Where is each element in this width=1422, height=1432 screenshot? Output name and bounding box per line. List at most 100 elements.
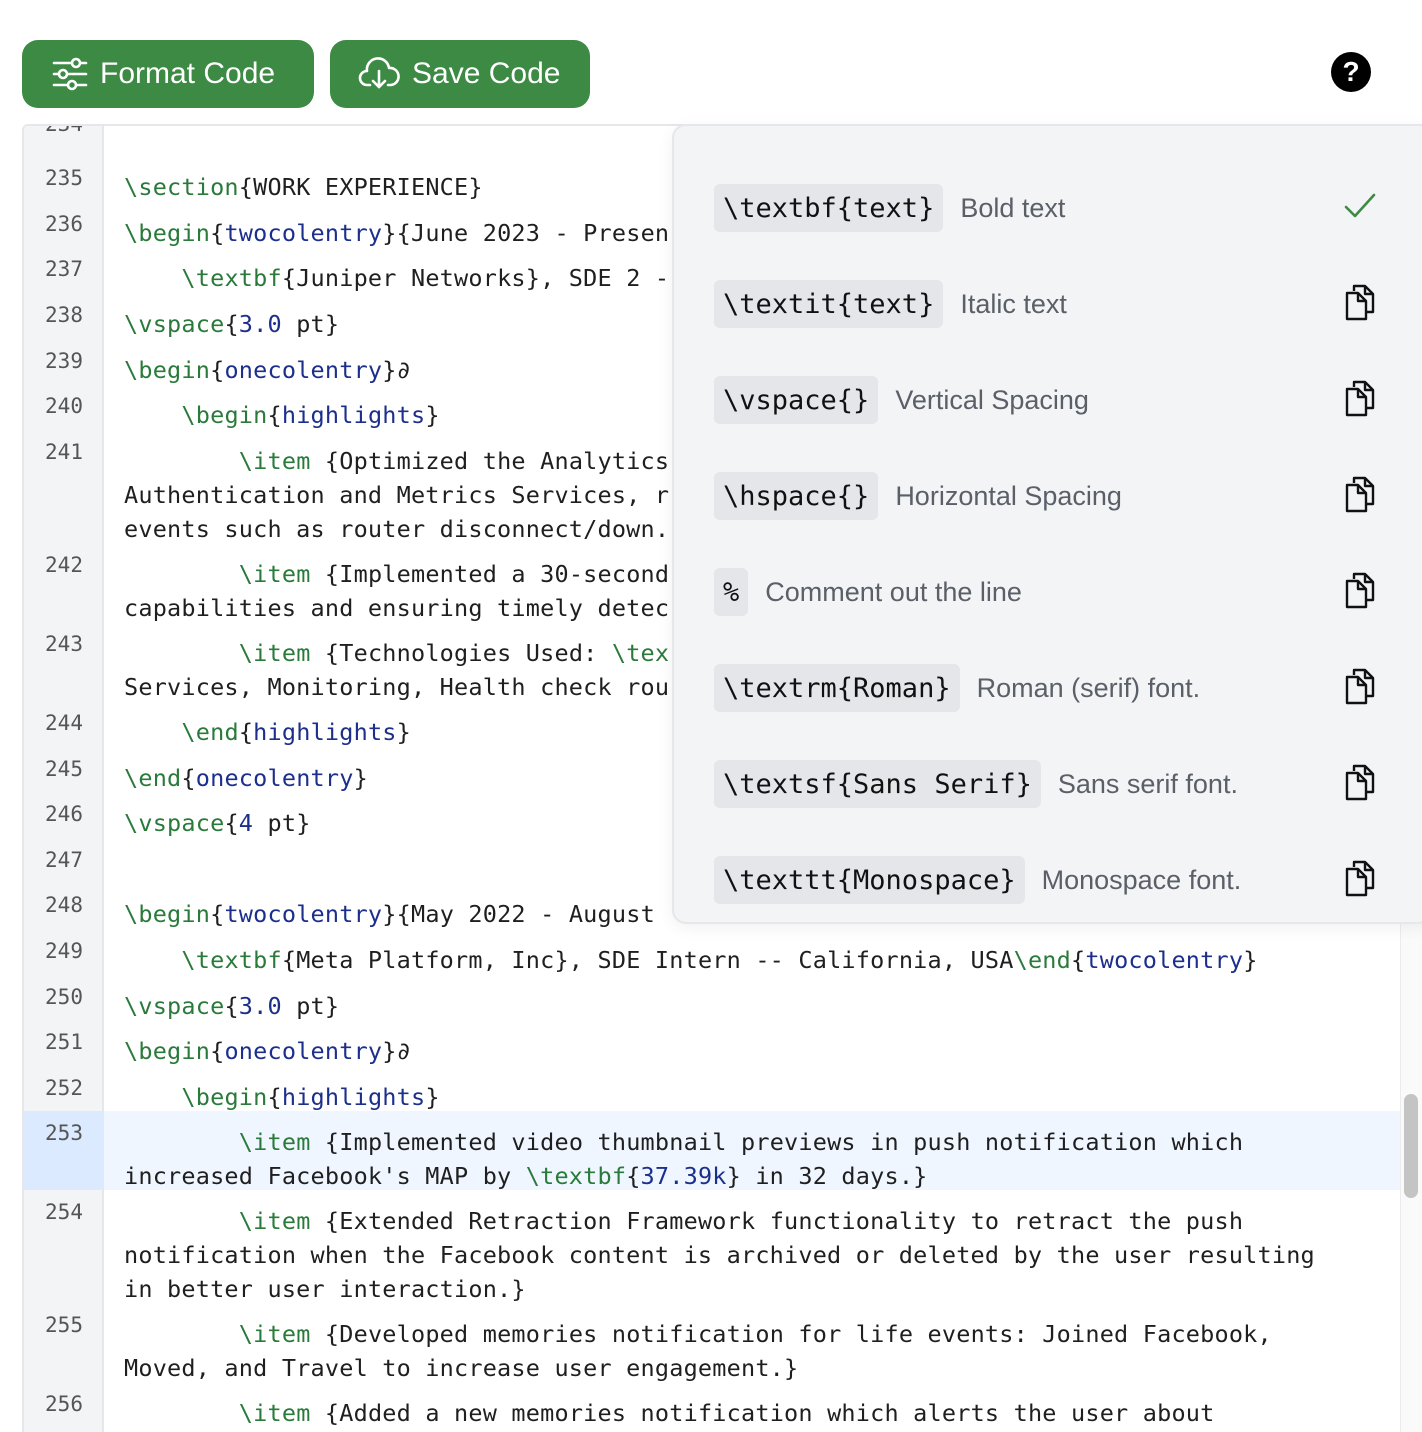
latex-argument: 3.0 [238,310,282,338]
code-line[interactable]: 256 \item {Added a new memories notifica… [24,1382,1400,1432]
copied-check-button[interactable] [1342,188,1378,228]
code-token: {Juniper Networks}, SDE 2 - [281,264,670,292]
line-number: 242 [45,553,83,577]
line-number: 248 [45,893,83,917]
code-token: { [210,900,225,928]
snippet-item[interactable]: % Comment out the line [714,568,1022,616]
latex-command: \vspace [124,992,225,1020]
code-line[interactable]: 249 \textbf{Meta Platform, Inc}, SDE Int… [24,929,1400,975]
latex-argument: highlights [253,718,397,746]
partial-line-number: 234 [45,124,83,136]
copy-icon [1344,859,1376,902]
latex-command: \vspace [124,310,225,338]
code-token: } in 32 days.} [726,1162,928,1190]
line-number: 243 [45,632,83,656]
latex-command: \textbf [181,264,282,292]
latex-argument: highlights [281,401,426,429]
code-line[interactable]: 253 \item {Implemented video thumbnail p… [24,1111,1400,1190]
latex-argument: onecolentry [224,1037,383,1065]
line-number: 241 [45,440,83,464]
snippet-item[interactable]: \textrm{Roman} Roman (serif) font. [714,664,1200,712]
snippet-item[interactable]: \textit{text} Italic text [714,280,1067,328]
code-line[interactable]: 252 \begin{highlights} [24,1066,1400,1111]
copy-snippet-button[interactable] [1342,572,1378,612]
snippet-item[interactable]: \textbf{text} Bold text [714,184,1065,232]
format-code-button[interactable]: Format Code [22,40,314,108]
code-token: { [238,718,254,746]
code-token: {Technologies Used: [310,639,612,667]
code-text: \item {Added a new memories notification… [124,1382,1384,1432]
sliders-icon [52,57,88,91]
latex-command: \textbf [525,1162,627,1190]
snippet-code: \textrm{Roman} [714,664,960,712]
snippet-code: % [714,568,749,616]
code-token: pt} [281,992,340,1020]
code-token: pt} [253,809,311,837]
code-token: }{June 2023 - Presen [382,219,670,247]
snippet-popup: \textbf{text} Bold text \textit{text} Itali… [672,124,1422,924]
code-token: } [396,718,412,746]
snippet-code: \hspace{} [714,472,879,520]
code-token: }∂ [382,356,411,384]
latex-command: \textbf [181,946,282,974]
help-button[interactable]: ? [1331,52,1371,92]
code-token: { [210,1037,225,1065]
latex-argument: highlights [281,1083,426,1111]
snippet-description: Monospace font. [1041,864,1242,895]
format-code-label: Format Code [100,57,276,90]
code-token: } [1243,946,1258,974]
latex-command: \item [238,560,311,588]
line-number: 237 [45,257,83,281]
code-text: \begin{highlights} [124,1066,1384,1114]
code-token: } [425,1083,440,1111]
code-token: { [224,310,239,338]
latex-command: \item [238,447,311,475]
snippet-code: \textit{text} [714,280,944,328]
toolbar: Format Code Save Code ? [0,0,1422,124]
copy-snippet-button[interactable] [1342,476,1378,516]
save-code-button[interactable]: Save Code [330,40,590,108]
copy-snippet-button[interactable] [1342,380,1378,420]
snippet-item[interactable]: \textsf{Sans Serif} Sans serif font. [714,760,1238,808]
code-text: \textbf{Meta Platform, Inc}, SDE Intern … [124,929,1384,977]
snippet-item[interactable]: \hspace{} Horizontal Spacing [714,472,1122,520]
code-line[interactable]: 254 \item {Extended Retraction Framework… [24,1190,1400,1303]
snippet-code: \texttt{Monospace} [714,856,1025,904]
code-token: } [353,764,368,792]
check-icon [1343,191,1377,226]
code-text: \item {Implemented video thumbnail previ… [124,1111,1384,1193]
copy-snippet-button[interactable] [1342,668,1378,708]
scrollbar-thumb[interactable] [1404,1094,1418,1198]
latex-argument: onecolentry [224,356,383,384]
line-number: 236 [45,212,83,236]
latex-command: \begin [124,900,211,928]
copy-snippet-button[interactable] [1342,284,1378,324]
latex-command: \begin [124,1037,211,1065]
copy-icon [1344,283,1376,326]
code-token: {WORK EXPERIENCE} [238,173,483,201]
code-token: { [181,764,196,792]
code-line[interactable]: 255 \item {Developed memories notificati… [24,1303,1400,1382]
snippet-item[interactable]: \vspace{} Vertical Spacing [714,376,1089,424]
line-number: 255 [45,1313,83,1337]
code-token: { [267,401,282,429]
code-line[interactable]: 250 \vspace{3.0 pt} [24,975,1400,1020]
code-line[interactable]: 251 \begin{onecolentry}∂ [24,1020,1400,1066]
copy-snippet-button[interactable] [1342,764,1378,804]
snippet-code: \textsf{Sans Serif} [714,760,1041,808]
copy-icon [1344,475,1376,518]
copy-icon [1344,763,1376,806]
copy-snippet-button[interactable] [1342,860,1378,900]
line-number: 256 [45,1392,83,1416]
latex-argument: twocolentry [224,219,383,247]
code-token: pt} [281,310,340,338]
snippet-item[interactable]: \texttt{Monospace} Monospace font. [714,856,1241,904]
line-number: 251 [45,1030,83,1054]
line-number: 252 [45,1076,83,1100]
